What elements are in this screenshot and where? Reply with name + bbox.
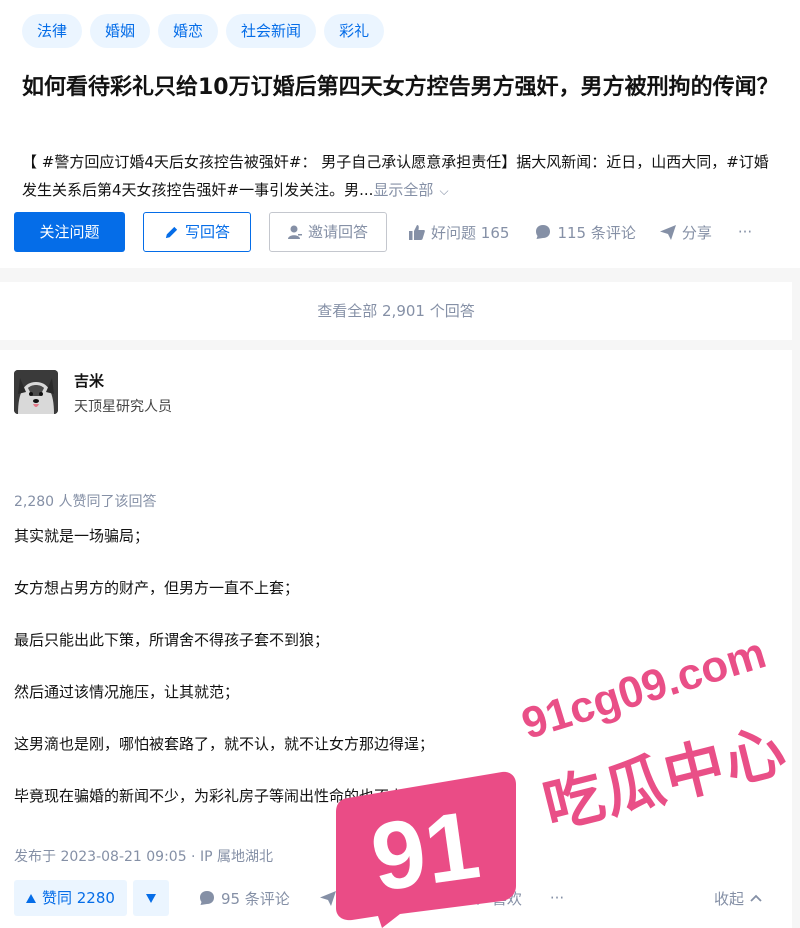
question-comments-label: 115 条评论 (557, 223, 636, 242)
answer-paragraph: 其实就是一场骗局； (14, 527, 150, 545)
question-share-button[interactable]: 分享 (659, 222, 712, 243)
comment-icon (535, 224, 551, 240)
author-bio: 天顶星研究人员 (74, 399, 172, 415)
downvote-button[interactable] (132, 880, 169, 916)
answer-paragraph: 然后通过该情况施压，让其就范； (14, 683, 240, 701)
avatar[interactable] (14, 370, 58, 414)
publish-info[interactable]: 发布于 2023-08-21 09:05 · IP 属地湖北 (14, 846, 273, 866)
author-name[interactable]: 吉米 (74, 370, 104, 391)
question-title[interactable]: 如何看待彩礼只给10万订婚后第四天女方控告男方强奸，男方被刑拘的传闻？ (22, 70, 792, 106)
upvote-button[interactable]: 赞同 2280 (14, 880, 127, 916)
upvote-label: 赞同 2280 (42, 889, 115, 907)
answer-comments-label: 95 条评论 (220, 889, 290, 908)
good-question-button[interactable]: 好问题 165 (409, 222, 509, 243)
answer-paragraph: 毕竟现在骗婚的新闻不少，为彩礼房子等闹出性命的也不少； (14, 787, 420, 805)
show-all-link[interactable]: 显示全部 ⌵ (373, 181, 448, 199)
topic-tag[interactable]: 彩礼 (324, 14, 385, 48)
collapse-button[interactable]: 收起 (714, 888, 762, 909)
topic-tag[interactable]: 婚恋 (158, 14, 219, 48)
answer-paragraph: 女方想占男方的财产，但男方一直不上套； (14, 579, 300, 597)
collapse-label: 收起 (713, 889, 744, 908)
share-icon (319, 890, 336, 906)
question-actions: 关注问题 写回答 邀请回答 好问题 165 115 条评论 分享 ··· (14, 212, 794, 252)
like-label: 喜欢 (491, 889, 522, 908)
question-excerpt: 【 #警方回应订婚4天后女孩控告被强奸#： 男子自己承认愿意承担责任】据大风新闻… (22, 148, 782, 205)
thumbs-up-icon (409, 224, 425, 240)
follow-question-button[interactable]: 关注问题 (14, 212, 125, 252)
question-card: 法律 婚姻 婚恋 社会新闻 彩礼 如何看待彩礼只给10万订婚后第四天女方控告男方… (0, 0, 800, 268)
invite-user-icon (288, 225, 303, 240)
answer-share-button[interactable]: 分享 (319, 888, 372, 909)
show-all-label: 显示全部 (373, 181, 434, 199)
write-answer-label: 写回答 (185, 223, 231, 241)
collect-label: 收藏 (419, 889, 450, 908)
topic-tag[interactable]: 社会新闻 (226, 14, 317, 48)
good-question-label: 好问题 165 (431, 223, 510, 242)
question-comments-button[interactable]: 115 条评论 (535, 222, 636, 243)
write-answer-button[interactable]: 写回答 (143, 212, 252, 252)
share-icon (659, 224, 676, 240)
answer-content: 其实就是一场骗局； 女方想占男方的财产，但男方一直不上套； 最后只能出此下策，所… (14, 522, 774, 834)
star-icon (397, 890, 414, 906)
pencil-icon (164, 225, 179, 240)
chevron-up-icon (750, 894, 762, 902)
triangle-down-icon (145, 893, 156, 903)
answer-comments-button[interactable]: 95 条评论 (199, 888, 290, 909)
triangle-up-icon (26, 893, 36, 903)
collect-button[interactable]: 收藏 (397, 888, 450, 909)
invite-answer-label: 邀请回答 (308, 223, 369, 241)
invite-answer-button[interactable]: 邀请回答 (269, 212, 388, 252)
heart-icon (470, 891, 486, 905)
question-share-label: 分享 (681, 223, 712, 242)
answer-share-label: 分享 (341, 889, 372, 908)
like-button[interactable]: 喜欢 (470, 888, 522, 909)
answer-paragraph: 这男滴也是刚，哪怕被套路了，就不认，就不让女方那边得逞； (14, 735, 435, 753)
chevron-down-icon: ⌵ (439, 184, 449, 198)
answer-more-button[interactable]: ··· (550, 889, 564, 907)
topic-tag[interactable]: 婚姻 (90, 14, 151, 48)
answer-paragraph: 最后只能出此下策，所谓舍不得孩子套不到狼； (14, 631, 330, 649)
view-all-answers-button[interactable]: 查看全部 2,901 个回答 (0, 282, 792, 340)
topic-tag[interactable]: 法律 (22, 14, 83, 48)
comment-icon (199, 890, 215, 906)
topic-list: 法律 婚姻 婚恋 社会新闻 彩礼 (22, 14, 385, 48)
answer-actions: 赞同 2280 95 条评论 分享 收藏 喜欢 ··· 收起 (14, 880, 784, 916)
vote-count-text: 2,280 人赞同了该回答 (14, 494, 157, 510)
more-options-button[interactable]: ··· (738, 223, 752, 241)
